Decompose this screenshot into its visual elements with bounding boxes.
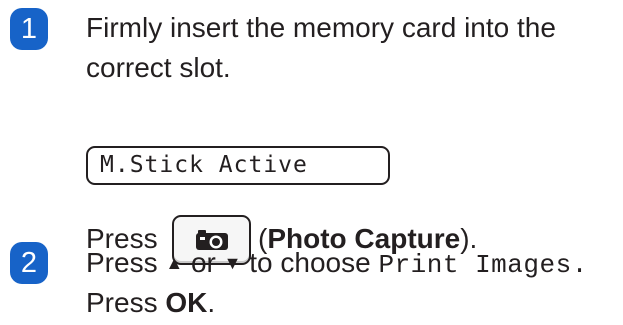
- step-1-badge: 1: [10, 8, 48, 50]
- or-word: or: [190, 247, 216, 278]
- step-1-instruction-line-1: Firmly insert the memory card into the: [86, 12, 556, 43]
- step-2-instruction-line-1: Press ▲ or ▼ to choose Print Images.: [86, 247, 588, 281]
- up-arrow-icon: ▲: [165, 253, 184, 273]
- menu-item-print-images: Print Images.: [378, 250, 588, 280]
- to-choose-text: to choose: [249, 247, 371, 278]
- press-word: Press: [86, 247, 158, 278]
- lcd-display: M.Stick Active: [86, 146, 390, 185]
- step-2-badge: 2: [10, 242, 48, 284]
- ok-key-label: OK: [165, 287, 208, 318]
- step-1-instruction-line-2: correct slot.: [86, 52, 231, 83]
- down-arrow-icon: ▼: [223, 253, 242, 273]
- press-word-2: Press: [86, 287, 158, 318]
- period: .: [207, 287, 216, 318]
- step-2-instruction-line-2: Press OK.: [86, 287, 215, 319]
